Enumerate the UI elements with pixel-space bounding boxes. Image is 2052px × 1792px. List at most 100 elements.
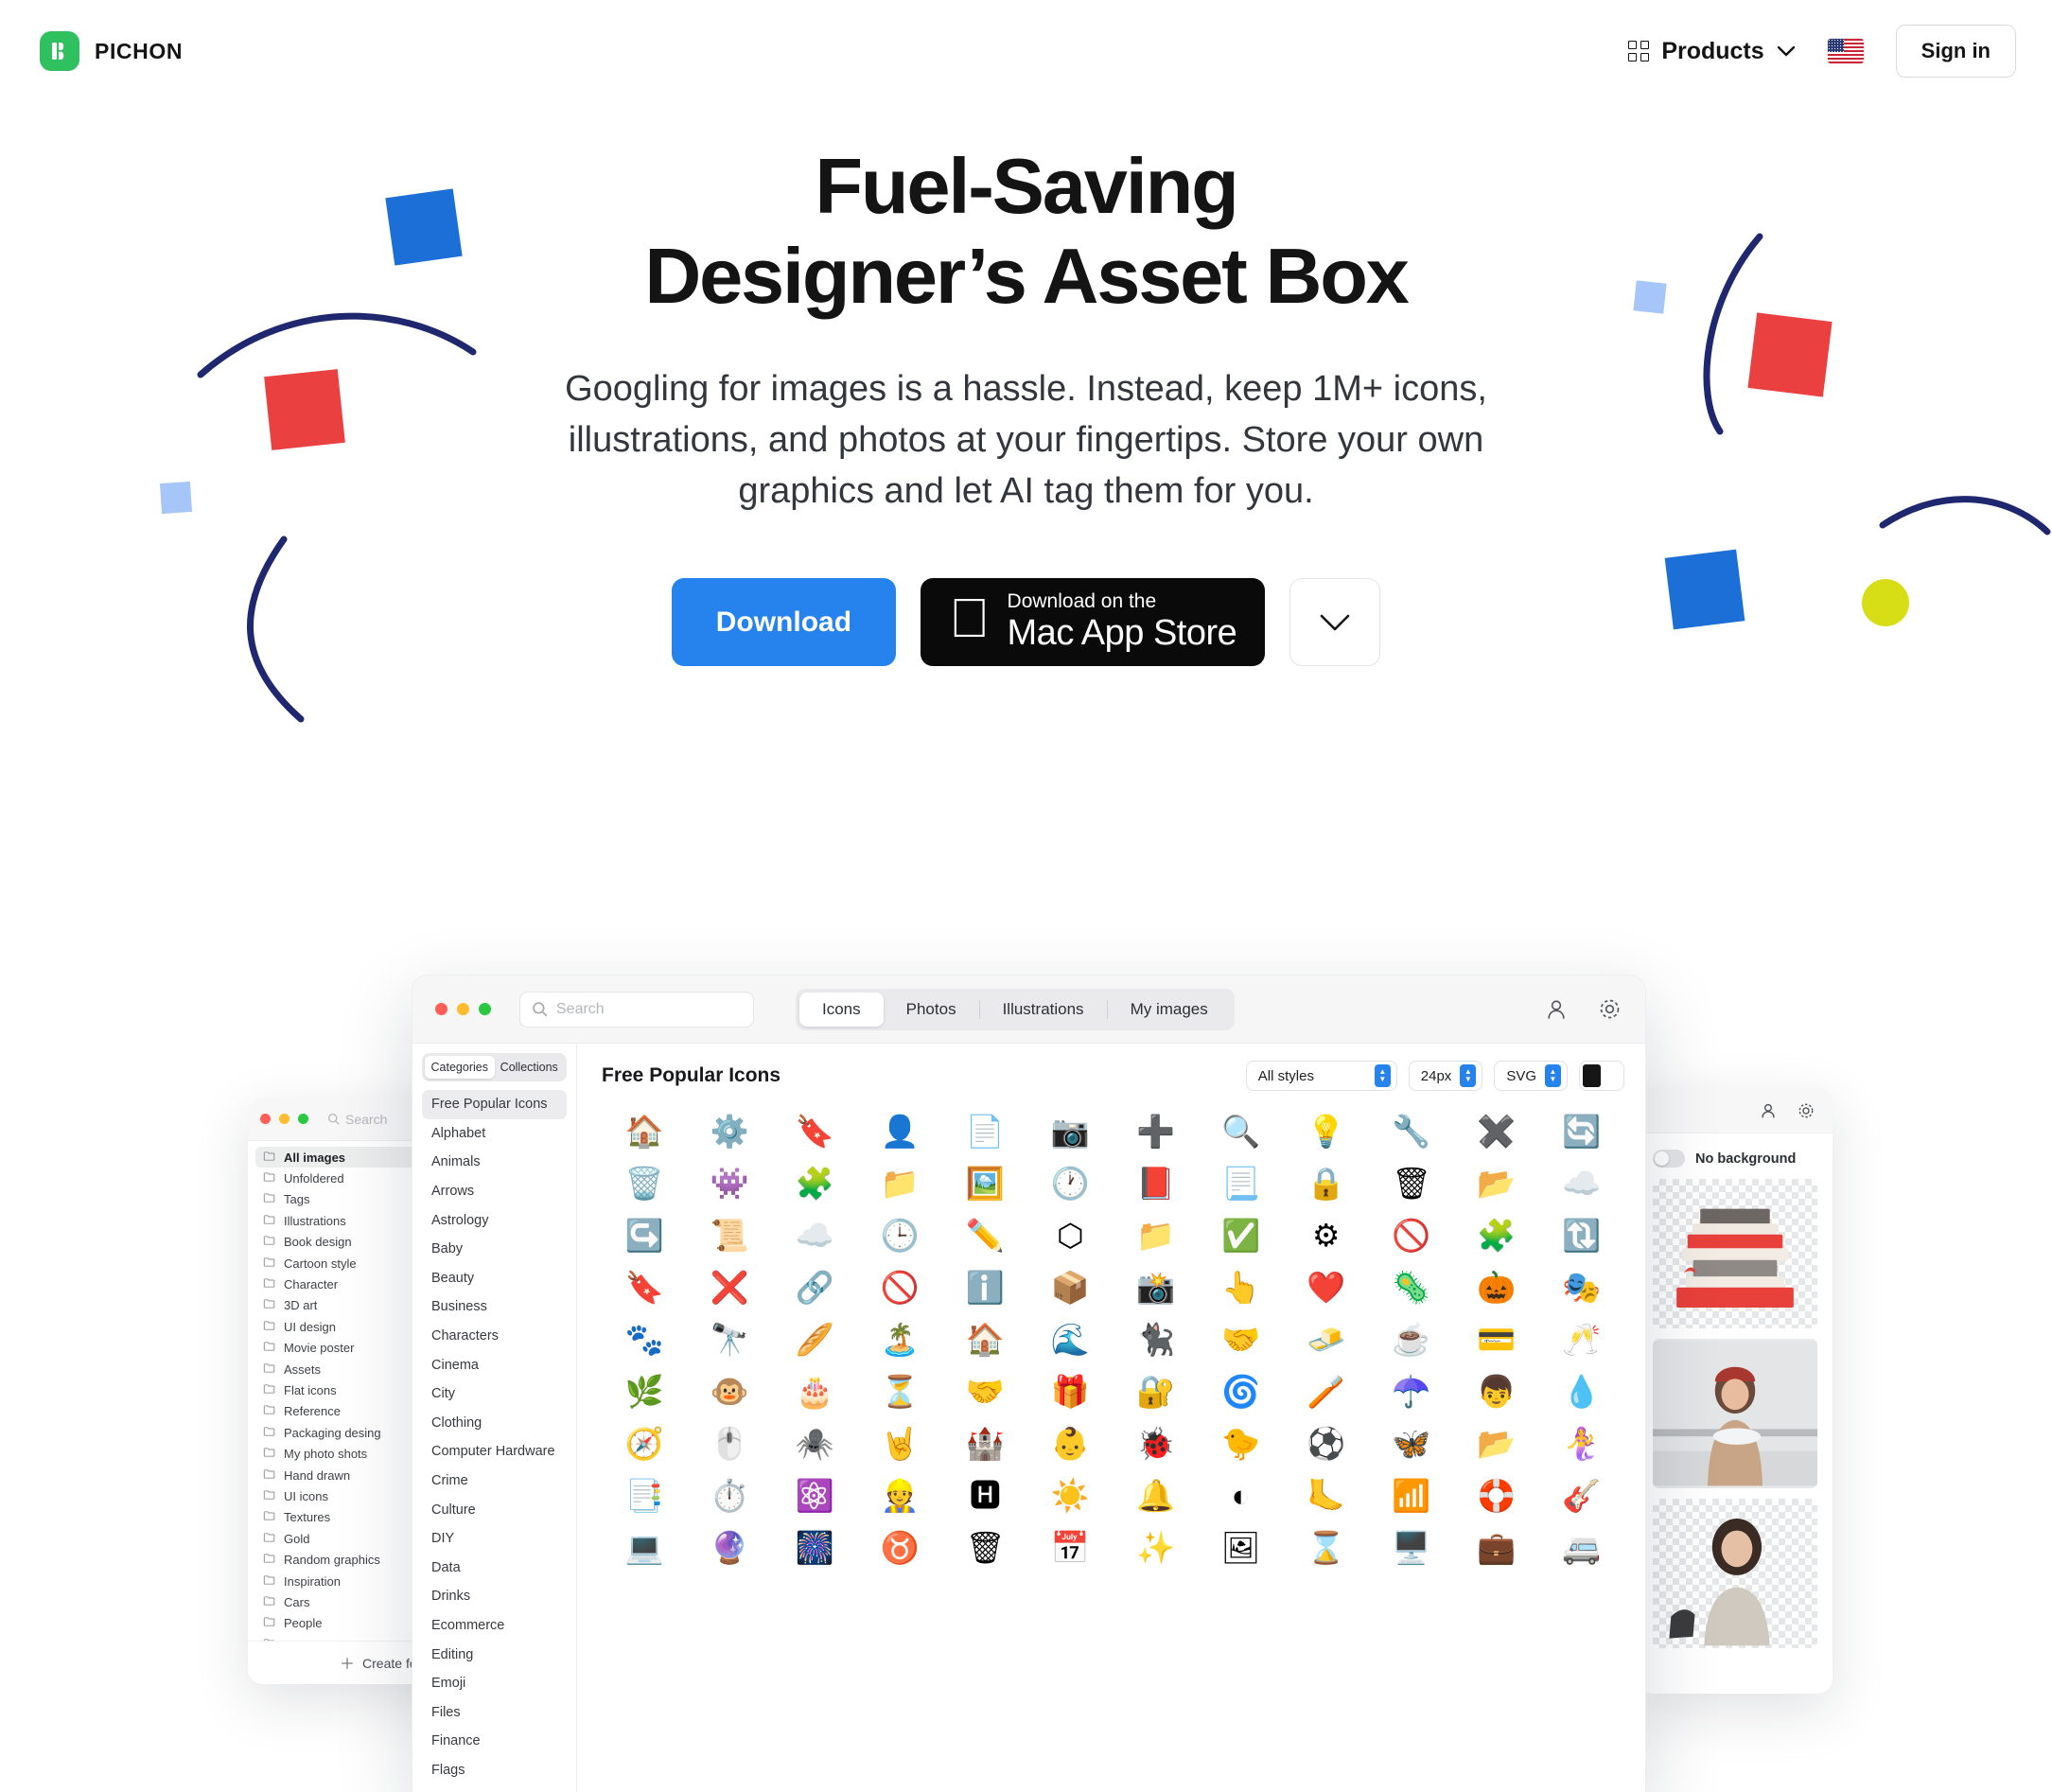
icon-grid-cell[interactable]: ⌛: [1284, 1524, 1369, 1571]
icon-grid-cell[interactable]: 🔐: [1114, 1368, 1199, 1414]
sidebar-item-alphabet[interactable]: Alphabet: [422, 1119, 567, 1149]
icon-grid-cell[interactable]: 🖱️: [687, 1420, 772, 1467]
icon-grid-cell[interactable]: ↪️: [602, 1212, 687, 1258]
sidebar-item-culture[interactable]: Culture: [422, 1495, 567, 1524]
gear-icon[interactable]: [1797, 1101, 1815, 1120]
icon-grid-cell[interactable]: 🏠: [602, 1108, 687, 1154]
icon-grid-cell[interactable]: 🗑: [1369, 1160, 1454, 1206]
icon-grid-cell[interactable]: 📄: [942, 1108, 1027, 1154]
icon-grid-cell[interactable]: ⏱️: [687, 1472, 772, 1519]
icon-grid-cell[interactable]: 🎭: [1539, 1264, 1624, 1310]
sidebar-item-characters[interactable]: Characters: [422, 1322, 567, 1351]
icon-grid-cell[interactable]: ✅: [1199, 1212, 1284, 1258]
icon-grid-cell[interactable]: ℹ️: [942, 1264, 1027, 1310]
icon-grid-cell[interactable]: 🔃: [1539, 1212, 1624, 1258]
icon-grid-cell[interactable]: 📃: [1199, 1160, 1284, 1206]
icon-grid-cell[interactable]: ☀️: [1027, 1472, 1113, 1519]
icon-grid-cell[interactable]: ☂️: [1369, 1368, 1454, 1414]
user-icon[interactable]: [1544, 997, 1569, 1022]
icon-grid-cell[interactable]: ☕: [1369, 1316, 1454, 1362]
icon-grid-cell[interactable]: 🔒: [1284, 1160, 1369, 1206]
tab-icons[interactable]: Icons: [799, 992, 884, 1027]
icon-grid-cell[interactable]: 📜: [687, 1212, 772, 1258]
sidebar-item-baby[interactable]: Baby: [422, 1235, 567, 1264]
icon-grid-cell[interactable]: 💡: [1284, 1108, 1369, 1154]
icon-grid-cell[interactable]: 📂: [1454, 1160, 1539, 1206]
icon-grid-cell[interactable]: ⚙: [1284, 1212, 1369, 1258]
icon-grid-cell[interactable]: 💧: [1539, 1368, 1624, 1414]
icon-grid-cell[interactable]: 🦶: [1284, 1472, 1369, 1519]
sidebar-item-diy[interactable]: DIY: [422, 1524, 567, 1554]
thumbnail-woman-holding-kettle[interactable]: [1653, 1499, 1817, 1648]
icon-grid-cell[interactable]: 📕: [1114, 1160, 1199, 1206]
icon-grid-cell[interactable]: ☁️: [1539, 1160, 1624, 1206]
icon-grid-cell[interactable]: 🤝: [942, 1368, 1027, 1414]
icon-grid-cell[interactable]: ⚙️: [687, 1108, 772, 1154]
icon-grid-cell[interactable]: 🔗: [772, 1264, 857, 1310]
icon-grid-cell[interactable]: 🚫: [857, 1264, 942, 1310]
icon-grid-cell[interactable]: 🗑: [942, 1524, 1027, 1571]
nav-products[interactable]: Products: [1628, 38, 1795, 65]
main-search-input[interactable]: Search: [519, 991, 754, 1028]
icon-grid-cell[interactable]: 👶: [1027, 1420, 1113, 1467]
icon-grid-cell[interactable]: 🚐: [1539, 1524, 1624, 1571]
icon-grid-cell[interactable]: 🏰: [942, 1420, 1027, 1467]
icon-grid-cell[interactable]: 🚫: [1369, 1212, 1454, 1258]
icon-grid-cell[interactable]: 💼: [1454, 1524, 1539, 1571]
no-background-toggle-row[interactable]: No background: [1638, 1133, 1833, 1179]
minimize-yellow-icon[interactable]: [457, 1003, 469, 1015]
zoom-green-icon[interactable]: [298, 1114, 308, 1124]
tab-illustrations[interactable]: Illustrations: [980, 993, 1107, 1027]
icon-grid-cell[interactable]: 🗑️: [602, 1160, 687, 1206]
icon-grid-cell[interactable]: 🦠: [1369, 1264, 1454, 1310]
icon-grid-cell[interactable]: 🔖: [602, 1264, 687, 1310]
icon-grid-cell[interactable]: 🧭: [602, 1420, 687, 1467]
tab-photos[interactable]: Photos: [884, 993, 979, 1027]
icon-grid-cell[interactable]: ✖️: [1454, 1108, 1539, 1154]
icon-grid-cell[interactable]: 📁: [857, 1160, 942, 1206]
icon-grid-cell[interactable]: 🥖: [772, 1316, 857, 1362]
icon-grid-cell[interactable]: 🎸: [1539, 1472, 1624, 1519]
sidebar-item-crime[interactable]: Crime: [422, 1467, 567, 1496]
icon-grid-cell[interactable]: 📑: [602, 1472, 687, 1519]
sidebar-item-arrows[interactable]: Arrows: [422, 1177, 567, 1206]
icon-grid-cell[interactable]: 🔭: [687, 1316, 772, 1362]
icon-grid-cell[interactable]: 🤘: [857, 1420, 942, 1467]
icon-grid-cell[interactable]: 👦: [1454, 1368, 1539, 1414]
icon-grid-cell[interactable]: 🏝️: [857, 1316, 942, 1362]
icon-grid-cell[interactable]: 🌀: [1199, 1368, 1284, 1414]
icon-grid-cell[interactable]: ❌: [687, 1264, 772, 1310]
icon-grid-cell[interactable]: 🐞: [1114, 1420, 1199, 1467]
icon-grid-cell[interactable]: ✏️: [942, 1212, 1027, 1258]
gear-icon[interactable]: [1597, 996, 1622, 1022]
icon-grid-cell[interactable]: 👤: [857, 1108, 942, 1154]
icon-grid-cell[interactable]: 📸: [1114, 1264, 1199, 1310]
icon-grid-cell[interactable]: 🧜‍♀️: [1539, 1420, 1624, 1467]
icon-grid-cell[interactable]: 👾: [687, 1160, 772, 1206]
minimize-yellow-icon[interactable]: [279, 1114, 289, 1124]
sidebar-item-ecommerce[interactable]: Ecommerce: [422, 1611, 567, 1641]
icon-grid-cell[interactable]: 🤝: [1199, 1316, 1284, 1362]
sign-in-button[interactable]: Sign in: [1895, 25, 2016, 78]
tab-my-images[interactable]: My images: [1108, 993, 1231, 1027]
icon-grid-cell[interactable]: 🅷: [942, 1472, 1027, 1519]
icon-grid-cell[interactable]: 🖥️: [1369, 1524, 1454, 1571]
icon-grid-cell[interactable]: 🌊: [1027, 1316, 1113, 1362]
icon-grid-cell[interactable]: ◐: [1199, 1472, 1284, 1519]
sidebar-item-finance[interactable]: Finance: [422, 1727, 567, 1756]
icon-grid-cell[interactable]: 🖼: [1199, 1524, 1284, 1571]
icon-grid-cell[interactable]: 📅: [1027, 1524, 1113, 1571]
sidebar-item-cinema[interactable]: Cinema: [422, 1350, 567, 1379]
icon-grid-cell[interactable]: 🔖: [772, 1108, 857, 1154]
icon-grid-cell[interactable]: 🐵: [687, 1368, 772, 1414]
sidebar-item-city[interactable]: City: [422, 1379, 567, 1409]
icon-grid-cell[interactable]: 🎂: [772, 1368, 857, 1414]
format-select[interactable]: SVG ▲ ▼: [1494, 1061, 1568, 1091]
icon-grid-cell[interactable]: 🏠: [942, 1316, 1027, 1362]
icon-grid-cell[interactable]: 🐈‍⬛: [1114, 1316, 1199, 1362]
more-download-options-button[interactable]: [1289, 578, 1381, 667]
icon-grid-cell[interactable]: 🔮: [687, 1524, 772, 1571]
icon-grid-cell[interactable]: ⚽: [1284, 1420, 1369, 1467]
icon-grid-cell[interactable]: ⚛️: [772, 1472, 857, 1519]
sidebar-item-business[interactable]: Business: [422, 1292, 567, 1322]
